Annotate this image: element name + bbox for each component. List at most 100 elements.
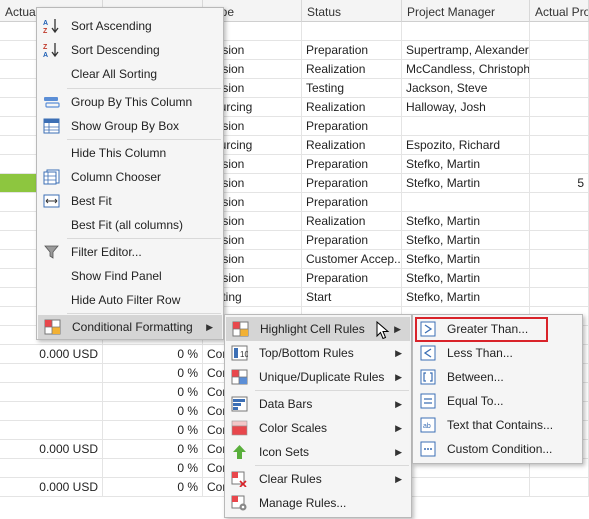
hide-auto-filter-row-item[interactable]: Hide Auto Filter Row — [37, 288, 223, 312]
table-cell-status[interactable]: Realization — [302, 136, 402, 154]
conditional-formatting-icon — [44, 319, 61, 335]
table-cell-rev[interactable]: 0.000 USD — [0, 478, 103, 496]
best-fit-item[interactable]: Best Fit — [37, 189, 223, 213]
table-cell-pm[interactable]: Stefko, Martin — [402, 269, 530, 287]
table-cell-pm[interactable]: Jackson, Steve — [402, 79, 530, 97]
conditional-formatting-item[interactable]: Conditional Formatting ▶ — [38, 315, 222, 339]
table-cell-status[interactable]: Realization — [302, 212, 402, 230]
table-cell-status[interactable]: Customer Accep... — [302, 250, 402, 268]
table-cell-ap[interactable]: 5 — [530, 174, 589, 192]
sort-descending-item[interactable]: Z A Sort Descending — [37, 38, 223, 62]
table-cell-ap[interactable] — [530, 41, 589, 59]
table-cell-pm[interactable] — [402, 22, 530, 40]
submenu-arrow-icon: ▶ — [395, 423, 402, 433]
table-cell-status[interactable]: Preparation — [302, 155, 402, 173]
color-scales-item[interactable]: Color Scales ▶ — [225, 416, 411, 440]
table-cell-rev[interactable] — [0, 421, 103, 439]
table-cell-status[interactable]: Start — [302, 288, 402, 306]
manage-rules-item[interactable]: Manage Rules... — [225, 491, 411, 515]
table-cell-rev[interactable] — [0, 402, 103, 420]
table-cell-status[interactable]: Testing — [302, 79, 402, 97]
table-cell-rev[interactable]: 0.000 USD — [0, 440, 103, 458]
table-cell-pm[interactable]: Stefko, Martin — [402, 174, 530, 192]
table-cell-pm[interactable]: Supertramp, Alexander — [402, 41, 530, 59]
table-cell-ap[interactable] — [530, 269, 589, 287]
table-cell-pm[interactable] — [402, 478, 530, 496]
equal-to-item[interactable]: Equal To... — [413, 389, 582, 413]
table-cell-ap[interactable] — [530, 478, 589, 496]
table-cell-ap[interactable] — [530, 250, 589, 268]
table-cell-profit[interactable]: 0 % — [103, 402, 203, 420]
equal-to-icon — [420, 393, 436, 409]
table-cell-rev[interactable] — [0, 364, 103, 382]
custom-condition-item[interactable]: Custom Condition... — [413, 437, 582, 461]
show-find-panel-item[interactable]: Show Find Panel — [37, 264, 223, 288]
table-cell-pm[interactable] — [402, 117, 530, 135]
table-cell-profit[interactable]: 0 % — [103, 440, 203, 458]
table-cell-status[interactable]: Realization — [302, 60, 402, 78]
unique-duplicate-rules-label: Unique/Duplicate Rules — [259, 370, 385, 384]
table-cell-pm[interactable]: Halloway, Josh — [402, 98, 530, 116]
table-cell-status[interactable]: Preparation — [302, 193, 402, 211]
table-cell-rev[interactable] — [0, 383, 103, 401]
group-by-column-item[interactable]: Group By This Column — [37, 90, 223, 114]
header-project-manager[interactable]: Project Manager — [402, 0, 530, 22]
submenu-arrow-icon: ▶ — [395, 474, 402, 484]
clear-sorting-item[interactable]: Clear All Sorting — [37, 62, 223, 86]
filter-editor-item[interactable]: Filter Editor... — [37, 240, 223, 264]
unique-duplicate-rules-item[interactable]: Unique/Duplicate Rules ▶ — [225, 365, 411, 389]
best-fit-all-item[interactable]: Best Fit (all columns) — [37, 213, 223, 237]
table-cell-profit[interactable]: 0 % — [103, 421, 203, 439]
table-cell-rev[interactable] — [0, 459, 103, 477]
table-cell-ap[interactable] — [530, 79, 589, 97]
text-contains-item[interactable]: ab Text that Contains... — [413, 413, 582, 437]
table-cell-pm[interactable]: Stefko, Martin — [402, 250, 530, 268]
icon-sets-item[interactable]: Icon Sets ▶ — [225, 440, 411, 464]
table-cell-ap[interactable] — [530, 98, 589, 116]
table-cell-status[interactable]: Preparation — [302, 269, 402, 287]
header-actual-profit[interactable]: Actual Profit — [530, 0, 589, 22]
submenu-arrow-icon: ▶ — [395, 399, 402, 409]
hide-column-item[interactable]: Hide This Column — [37, 141, 223, 165]
table-cell-ap[interactable] — [530, 155, 589, 173]
sort-ascending-item[interactable]: A Z Sort Ascending — [37, 14, 223, 38]
table-cell-ap[interactable] — [530, 288, 589, 306]
table-cell-pm[interactable]: Stefko, Martin — [402, 231, 530, 249]
table-cell-profit[interactable]: 0 % — [103, 345, 203, 363]
manage-rules-label: Manage Rules... — [259, 496, 347, 510]
table-cell-pm[interactable]: Stefko, Martin — [402, 288, 530, 306]
data-bars-item[interactable]: Data Bars ▶ — [225, 392, 411, 416]
table-cell-status[interactable]: Preparation — [302, 174, 402, 192]
table-cell-status[interactable]: Preparation — [302, 231, 402, 249]
table-cell-status[interactable]: Realization — [302, 98, 402, 116]
table-cell-profit[interactable]: 0 % — [103, 364, 203, 382]
between-item[interactable]: Between... — [413, 365, 582, 389]
table-cell-ap[interactable] — [530, 117, 589, 135]
filter-editor-label: Filter Editor... — [71, 245, 142, 259]
table-cell-profit[interactable]: 0 % — [103, 383, 203, 401]
table-cell-pm[interactable]: Stefko, Martin — [402, 155, 530, 173]
table-cell-pm[interactable] — [402, 193, 530, 211]
table-cell-ap[interactable] — [530, 22, 589, 40]
table-cell-ap[interactable] — [530, 193, 589, 211]
table-cell-pm[interactable]: Espozito, Richard — [402, 136, 530, 154]
table-cell-status[interactable]: Preparation — [302, 117, 402, 135]
table-cell-status[interactable]: Preparation — [302, 41, 402, 59]
column-chooser-item[interactable]: Column Chooser — [37, 165, 223, 189]
table-cell-ap[interactable] — [530, 231, 589, 249]
table-cell-rev[interactable]: 0.000 USD — [0, 345, 103, 363]
table-cell-ap[interactable] — [530, 136, 589, 154]
table-cell-profit[interactable]: 0 % — [103, 478, 203, 496]
table-cell-pm[interactable]: McCandless, Christopher — [402, 60, 530, 78]
table-cell-pm[interactable]: Stefko, Martin — [402, 212, 530, 230]
header-status[interactable]: Status — [302, 0, 402, 22]
up-arrow-icon — [233, 445, 246, 459]
table-cell-status[interactable] — [302, 22, 402, 40]
top-bottom-rules-item[interactable]: 10 Top/Bottom Rules ▶ — [225, 341, 411, 365]
table-cell-profit[interactable]: 0 % — [103, 459, 203, 477]
table-cell-ap[interactable] — [530, 212, 589, 230]
show-group-by-box-item[interactable]: Show Group By Box — [37, 114, 223, 138]
table-cell-ap[interactable] — [530, 60, 589, 78]
clear-rules-item[interactable]: Clear Rules ▶ — [225, 467, 411, 491]
less-than-item[interactable]: Less Than... — [413, 341, 582, 365]
